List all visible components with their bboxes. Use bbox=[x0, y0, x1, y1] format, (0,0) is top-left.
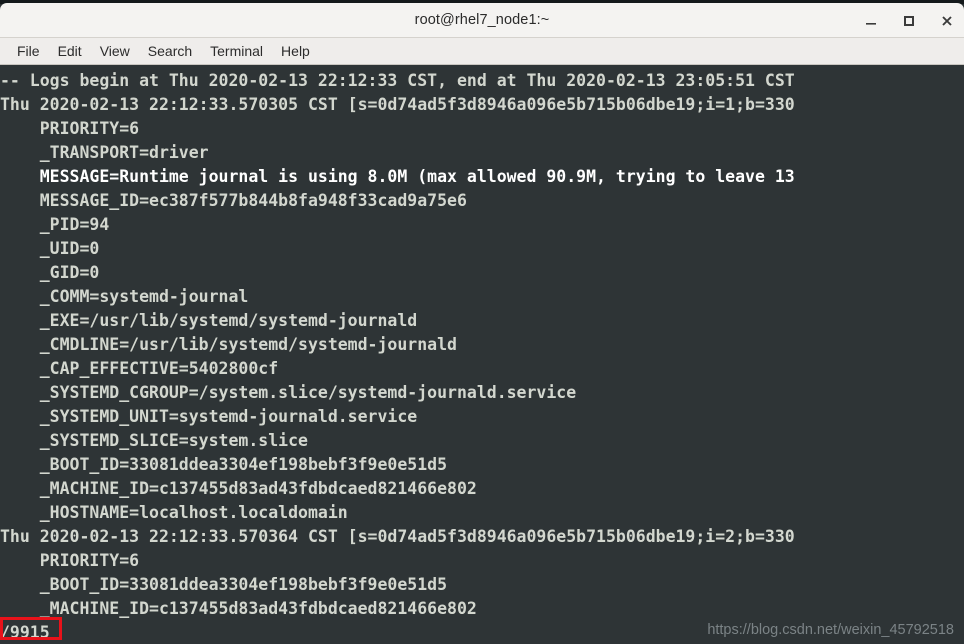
terminal-text: -- Logs begin at Thu 2020-02-13 22:12:33… bbox=[0, 69, 964, 644]
menu-item-file[interactable]: File bbox=[8, 41, 49, 61]
menu-bar: File Edit View Search Terminal Help bbox=[0, 38, 964, 65]
terminal-line: _EXE=/usr/lib/systemd/systemd-journald bbox=[0, 311, 418, 330]
terminal-line: _UID=0 bbox=[0, 239, 100, 258]
window-controls bbox=[862, 3, 956, 38]
minimize-icon bbox=[866, 22, 876, 25]
terminal-line: PRIORITY=6 bbox=[0, 551, 140, 570]
terminal-line: Thu 2020-02-13 22:12:33.570364 CST [s=0d… bbox=[0, 527, 795, 546]
terminal-line: _BOOT_ID=33081ddea3304ef198bebf3f9e0e51d… bbox=[0, 575, 448, 594]
terminal-line: -- Logs begin at Thu 2020-02-13 22:12:33… bbox=[0, 71, 795, 90]
menu-item-view[interactable]: View bbox=[91, 41, 139, 61]
terminal-line: MESSAGE=Runtime journal is using 8.0M (m… bbox=[0, 167, 795, 186]
terminal-line: Thu 2020-02-13 22:12:33.570305 CST [s=0d… bbox=[0, 95, 795, 114]
terminal-line: _BOOT_ID=33081ddea3304ef198bebf3f9e0e51d… bbox=[0, 455, 448, 474]
window-title: root@rhel7_node1:~ bbox=[414, 12, 550, 28]
close-button[interactable] bbox=[938, 12, 956, 30]
title-bar[interactable]: root@rhel7_node1:~ bbox=[0, 3, 964, 38]
terminal-line: _SYSTEMD_SLICE=system.slice bbox=[0, 431, 308, 450]
terminal-line: _CMDLINE=/usr/lib/systemd/systemd-journa… bbox=[0, 335, 457, 354]
terminal-line: _MACHINE_ID=c137455d83ad43fdbdcaed821466… bbox=[0, 599, 477, 618]
close-icon bbox=[942, 15, 952, 26]
terminal-line: _CAP_EFFECTIVE=5402800cf bbox=[0, 359, 279, 378]
terminal-line: PRIORITY=6 bbox=[0, 119, 140, 138]
terminal-line: MESSAGE_ID=ec387f577b844b8fa948f33cad9a7… bbox=[0, 191, 467, 210]
terminal-line: _MACHINE_ID=c137455d83ad43fdbdcaed821466… bbox=[0, 479, 477, 498]
terminal-line: _GID=0 bbox=[0, 263, 100, 282]
maximize-button[interactable] bbox=[900, 12, 918, 30]
terminal-line: _TRANSPORT=driver bbox=[0, 143, 209, 162]
menu-item-search[interactable]: Search bbox=[139, 41, 201, 61]
menu-item-edit[interactable]: Edit bbox=[49, 41, 91, 61]
minimize-button[interactable] bbox=[862, 12, 880, 30]
terminal-line: _HOSTNAME=localhost.localdomain bbox=[0, 503, 348, 522]
terminal-window: root@rhel7_node1:~ File Edit View Search… bbox=[0, 0, 964, 644]
terminal-line: _PID=94 bbox=[0, 215, 110, 234]
menu-item-terminal[interactable]: Terminal bbox=[201, 41, 272, 61]
terminal-line: _SYSTEMD_CGROUP=/system.slice/systemd-jo… bbox=[0, 383, 577, 402]
terminal-line: _SYSTEMD_UNIT=systemd-journald.service bbox=[0, 407, 418, 426]
terminal-output-area[interactable]: -- Logs begin at Thu 2020-02-13 22:12:33… bbox=[0, 65, 964, 644]
terminal-line: _COMM=systemd-journal bbox=[0, 287, 249, 306]
maximize-icon bbox=[904, 15, 914, 26]
menu-item-help[interactable]: Help bbox=[272, 41, 319, 61]
watermark-text: https://blog.csdn.net/weixin_45792518 bbox=[707, 622, 954, 638]
